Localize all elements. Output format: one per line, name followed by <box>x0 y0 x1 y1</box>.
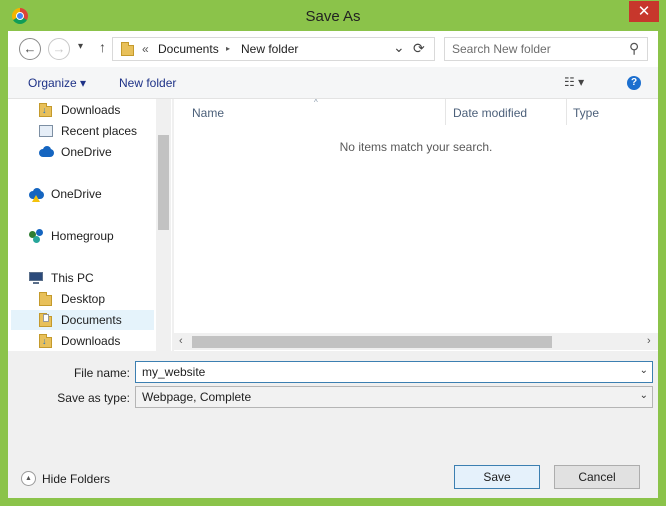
breadcrumb-separator[interactable]: ▸ <box>226 44 230 53</box>
horizontal-scrollbar[interactable]: ‹ › <box>174 333 658 350</box>
homegroup-icon <box>29 229 43 243</box>
onedrive-icon <box>39 145 54 159</box>
nav-item-downloads-quick[interactable]: ↓ Downloads <box>8 100 156 120</box>
file-name-label: File name: <box>73 366 130 380</box>
column-divider[interactable] <box>566 99 567 125</box>
horizontal-scrollbar-thumb[interactable] <box>192 336 552 348</box>
folder-icon <box>121 42 134 56</box>
column-header-type[interactable]: Type <box>573 106 599 120</box>
save-as-dialog: Save As ✕ ← → ▾ ↑ « Documents ▸ New fold… <box>0 0 666 506</box>
command-bar: Organize ▾ New folder ☷ ▾ ? <box>8 67 658 99</box>
nav-item-label: OneDrive <box>51 187 102 201</box>
up-button[interactable]: ↑ <box>99 39 106 55</box>
nav-item-label: OneDrive <box>61 145 112 159</box>
nav-item-recent-places[interactable]: Recent places <box>8 121 156 141</box>
hide-folders-label: Hide Folders <box>42 472 111 486</box>
column-header-date-modified[interactable]: Date modified <box>453 106 527 120</box>
empty-results-message: No items match your search. <box>339 140 493 154</box>
nav-item-onedrive[interactable]: OneDrive <box>8 184 156 204</box>
search-box: ⚲ <box>444 37 648 61</box>
nav-item-label: Downloads <box>61 103 121 117</box>
search-icon[interactable]: ⚲ <box>629 40 639 57</box>
dialog-client-area: ← → ▾ ↑ « Documents ▸ New folder ⌄ ⟳ ⚲ O… <box>8 31 658 498</box>
recent-places-icon <box>39 124 53 138</box>
close-button[interactable]: ✕ <box>629 1 659 22</box>
column-header-name[interactable]: Name <box>192 106 224 120</box>
navigation-pane[interactable]: ↓ Downloads Recent places OneDrive OneDr… <box>8 99 172 351</box>
nav-scrollbar-thumb[interactable] <box>158 135 169 230</box>
sort-ascending-icon: ^ <box>314 98 318 107</box>
dialog-title: Save As <box>305 8 361 25</box>
save-as-type-label: Save as type: <box>57 391 130 405</box>
downloads-folder-icon: ↓ <box>39 103 53 117</box>
nav-item-homegroup[interactable]: Homegroup <box>8 226 156 246</box>
address-bar[interactable]: « Documents ▸ New folder ⌄ ⟳ <box>112 37 435 61</box>
help-icon[interactable]: ? <box>627 76 641 90</box>
save-as-type-value: Webpage, Complete <box>142 390 252 404</box>
downloads-folder-icon: ↓ <box>39 334 53 348</box>
documents-folder-icon <box>39 313 53 327</box>
chevron-down-icon[interactable]: ⌄ <box>640 390 648 401</box>
save-button[interactable]: Save <box>454 465 540 489</box>
scroll-right-icon[interactable]: › <box>647 335 651 347</box>
title-bar[interactable]: Save As ✕ <box>0 0 666 32</box>
scroll-left-icon[interactable]: ‹ <box>179 335 183 347</box>
nav-item-downloads[interactable]: ↓ Downloads <box>8 331 156 351</box>
navigation-bar: ← → ▾ ↑ « Documents ▸ New folder ⌄ ⟳ ⚲ <box>8 31 658 67</box>
nav-item-label: Desktop <box>61 292 106 306</box>
breadcrumb-new-folder[interactable]: New folder <box>241 42 298 56</box>
save-options-panel: File name: my_website ⌄ Save as type: We… <box>8 351 658 498</box>
collapse-icon: ▲ <box>21 471 36 486</box>
nav-item-label: Documents <box>61 313 122 327</box>
nav-item-desktop[interactable]: Desktop <box>8 289 156 309</box>
nav-item-label: Downloads <box>61 334 121 348</box>
breadcrumb-documents[interactable]: Documents <box>158 42 219 56</box>
computer-icon <box>29 271 43 285</box>
column-divider[interactable] <box>445 99 446 125</box>
forward-button[interactable]: → <box>48 38 70 60</box>
onedrive-warning-icon <box>29 187 44 202</box>
nav-item-this-pc[interactable]: This PC <box>8 268 156 288</box>
new-folder-button[interactable]: New folder <box>119 76 176 90</box>
recent-locations-button[interactable]: ▾ <box>78 41 83 52</box>
file-name-value[interactable]: my_website <box>142 365 205 379</box>
nav-item-label: This PC <box>51 271 94 285</box>
nav-item-documents[interactable]: Documents <box>11 310 154 330</box>
address-dropdown-icon[interactable]: ⌄ <box>393 39 405 56</box>
cancel-button[interactable]: Cancel <box>554 465 640 489</box>
breadcrumb-overflow[interactable]: « <box>142 42 149 56</box>
search-input[interactable] <box>452 41 622 57</box>
nav-scrollbar[interactable] <box>156 99 171 351</box>
refresh-icon[interactable]: ⟳ <box>413 40 425 57</box>
nav-item-label: Recent places <box>61 124 138 138</box>
back-button[interactable]: ← <box>19 38 41 60</box>
chevron-down-icon[interactable]: ⌄ <box>640 365 648 376</box>
nav-item-onedrive-quick[interactable]: OneDrive <box>8 142 156 162</box>
save-as-type-select[interactable]: Webpage, Complete ⌄ <box>135 386 653 408</box>
file-list-pane[interactable]: ^ Name Date modified Type No items match… <box>174 98 658 351</box>
file-name-field[interactable]: my_website ⌄ <box>135 361 653 383</box>
folder-icon <box>39 292 53 306</box>
view-options-icon[interactable]: ☷ ▾ <box>564 75 584 89</box>
nav-item-label: Homegroup <box>51 229 114 243</box>
organize-menu-button[interactable]: Organize ▾ <box>28 76 86 90</box>
